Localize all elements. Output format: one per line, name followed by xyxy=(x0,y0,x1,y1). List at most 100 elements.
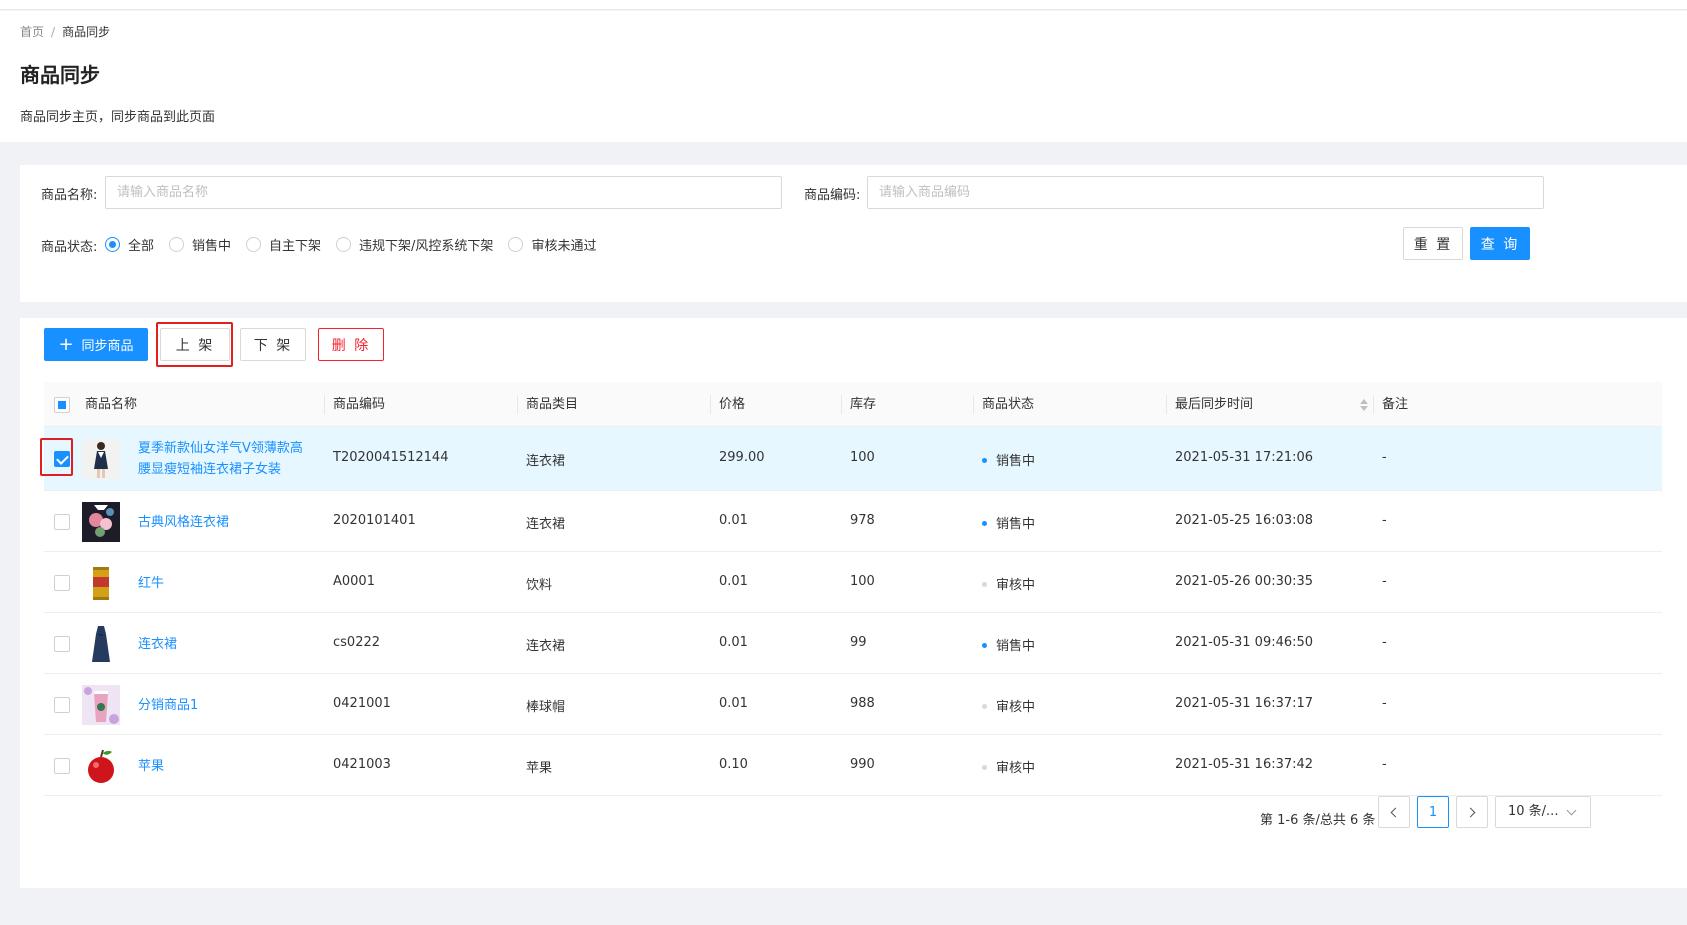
product-name-link[interactable]: 连衣裙 xyxy=(138,637,177,652)
status-dot-icon xyxy=(982,643,987,648)
row-checkbox[interactable] xyxy=(54,697,70,713)
top-bar xyxy=(0,0,1687,10)
plus-icon: + xyxy=(58,333,74,355)
table-row: 夏季新款仙女洋气V领薄款高 腰显瘦短袖连衣裙子女装 T2020041512144 连衣… xyxy=(44,427,1662,491)
page-size-select[interactable]: 10 条/... xyxy=(1495,796,1591,828)
product-thumbnail xyxy=(82,624,120,664)
row-checkbox[interactable] xyxy=(54,575,70,591)
product-stock-cell: 978 xyxy=(850,513,875,528)
product-name-link[interactable]: 苹果 xyxy=(138,759,164,774)
row-checkbox[interactable] xyxy=(54,636,70,652)
col-header-stock: 库存 xyxy=(850,397,877,412)
column-divider xyxy=(324,395,325,414)
page-description: 商品同步主页，同步商品到此页面 xyxy=(20,110,216,125)
delete-button[interactable]: 删 除 xyxy=(318,328,384,361)
delist-button[interactable]: 下 架 xyxy=(240,328,306,361)
product-category-cell: 饮料 xyxy=(526,578,553,593)
product-code-cell: T2020041512144 xyxy=(333,450,449,465)
breadcrumb-current: 商品同步 xyxy=(62,25,111,39)
select-all-checkbox[interactable] xyxy=(54,397,70,413)
product-name-cell: 连衣裙 xyxy=(138,634,318,655)
col-header-price: 价格 xyxy=(719,397,746,412)
status-radio-on-sale[interactable]: 销售中 xyxy=(169,235,231,254)
next-page-button[interactable] xyxy=(1456,796,1488,828)
reset-button[interactable]: 重 置 xyxy=(1403,227,1463,260)
sync-time-cell: 2021-05-31 09:46:50 xyxy=(1175,635,1314,650)
filter-panel: 商品名称: 商品编码: 商品状态: 全部 销售中 自主下架 违规下架/风控系统下… xyxy=(20,165,1687,302)
product-status-label: 商品状态: xyxy=(41,240,98,255)
column-divider xyxy=(841,395,842,414)
product-name-cell: 古典风格连衣裙 xyxy=(138,512,318,533)
table-row: 分销商品1 0421001 棒球帽 0.01 988 审核中 2021-05-31 16:3… xyxy=(44,674,1662,735)
product-table-panel: + 同步商品 上 架 下 架 删 除 商品名称 商品编码 商品类目 价格 库存 … xyxy=(20,318,1687,888)
product-status-cell: 审核中 xyxy=(982,696,1035,715)
product-thumbnail xyxy=(82,502,120,542)
column-divider xyxy=(1166,395,1167,414)
breadcrumb-separator: / xyxy=(51,25,56,39)
product-stock-cell: 100 xyxy=(850,574,875,589)
column-divider xyxy=(517,395,518,414)
status-radio-self-delisted[interactable]: 自主下架 xyxy=(246,235,321,254)
product-thumbnail xyxy=(82,563,120,603)
col-header-code: 商品编码 xyxy=(333,397,386,412)
column-divider xyxy=(1373,395,1374,414)
product-thumbnail xyxy=(82,685,120,725)
col-header-sync-time[interactable]: 最后同步时间 xyxy=(1175,382,1375,427)
product-category-cell: 连衣裙 xyxy=(526,454,566,469)
col-header-status: 商品状态 xyxy=(982,397,1035,412)
product-name-cell: 苹果 xyxy=(138,756,318,777)
product-name-link[interactable]: 红牛 xyxy=(138,576,164,591)
product-code-cell: A0001 xyxy=(333,574,375,589)
product-status-cell: 审核中 xyxy=(982,574,1035,593)
product-price-cell: 0.01 xyxy=(719,696,748,711)
radio-circle xyxy=(169,236,185,252)
product-stock-cell: 990 xyxy=(850,757,875,772)
product-name-link[interactable]: 夏季新款仙女洋气V领薄款高 腰显瘦短袖连衣裙子女装 xyxy=(138,441,303,477)
product-status-cell: 销售中 xyxy=(982,450,1035,469)
status-dot-icon xyxy=(982,582,987,587)
product-stock-cell: 988 xyxy=(850,696,875,711)
product-category-cell: 连衣裙 xyxy=(526,639,566,654)
product-category-cell: 连衣裙 xyxy=(526,517,566,532)
query-button[interactable]: 查 询 xyxy=(1470,227,1530,260)
sync-time-cell: 2021-05-31 16:37:42 xyxy=(1175,757,1314,772)
page-1-button[interactable]: 1 xyxy=(1417,796,1449,828)
chevron-left-icon xyxy=(1390,807,1401,818)
product-code-input[interactable] xyxy=(867,176,1544,209)
row-checkbox[interactable] xyxy=(54,514,70,530)
row-checkbox[interactable] xyxy=(54,758,70,774)
radio-circle xyxy=(336,236,352,252)
status-dot-icon xyxy=(982,458,987,463)
product-category-cell: 苹果 xyxy=(526,761,553,776)
product-code-label: 商品编码: xyxy=(804,188,861,203)
note-cell: - xyxy=(1382,574,1387,589)
product-name-cell: 分销商品1 xyxy=(138,695,318,716)
page-header: 首页 / 商品同步 商品同步 商品同步主页，同步商品到此页面 xyxy=(0,11,1687,142)
status-radio-all[interactable]: 全部 xyxy=(105,235,154,254)
row-checkbox[interactable] xyxy=(54,451,70,467)
status-radio-group: 全部 销售中 自主下架 违规下架/风控系统下架 审核未通过 xyxy=(105,234,611,254)
status-dot-icon xyxy=(982,521,987,526)
product-stock-cell: 99 xyxy=(850,635,867,650)
status-radio-violation-delisted[interactable]: 违规下架/风控系统下架 xyxy=(336,235,493,254)
product-name-link[interactable]: 分销商品1 xyxy=(138,698,198,713)
radio-circle xyxy=(105,236,120,252)
breadcrumb-home[interactable]: 首页 xyxy=(20,25,44,39)
sort-icon[interactable] xyxy=(1360,399,1368,411)
note-cell: - xyxy=(1382,696,1387,711)
product-status-cell: 销售中 xyxy=(982,635,1035,654)
prev-page-button[interactable] xyxy=(1378,796,1410,828)
product-name-link[interactable]: 古典风格连衣裙 xyxy=(138,515,229,530)
product-name-input[interactable] xyxy=(105,176,782,209)
col-header-category: 商品类目 xyxy=(526,397,579,412)
list-button[interactable]: 上 架 xyxy=(160,328,230,361)
col-header-name: 商品名称 xyxy=(85,397,138,412)
chevron-down-icon xyxy=(1566,805,1577,816)
radio-circle xyxy=(246,236,262,252)
product-status-cell: 审核中 xyxy=(982,757,1035,776)
sync-products-button[interactable]: + 同步商品 xyxy=(44,328,148,361)
product-thumbnail xyxy=(82,746,120,786)
table-row: 连衣裙 cs0222 连衣裙 0.01 99 销售中 2021-05-31 09:46:50… xyxy=(44,613,1662,674)
status-radio-review-failed[interactable]: 审核未通过 xyxy=(508,235,596,254)
product-thumbnail xyxy=(82,439,120,479)
